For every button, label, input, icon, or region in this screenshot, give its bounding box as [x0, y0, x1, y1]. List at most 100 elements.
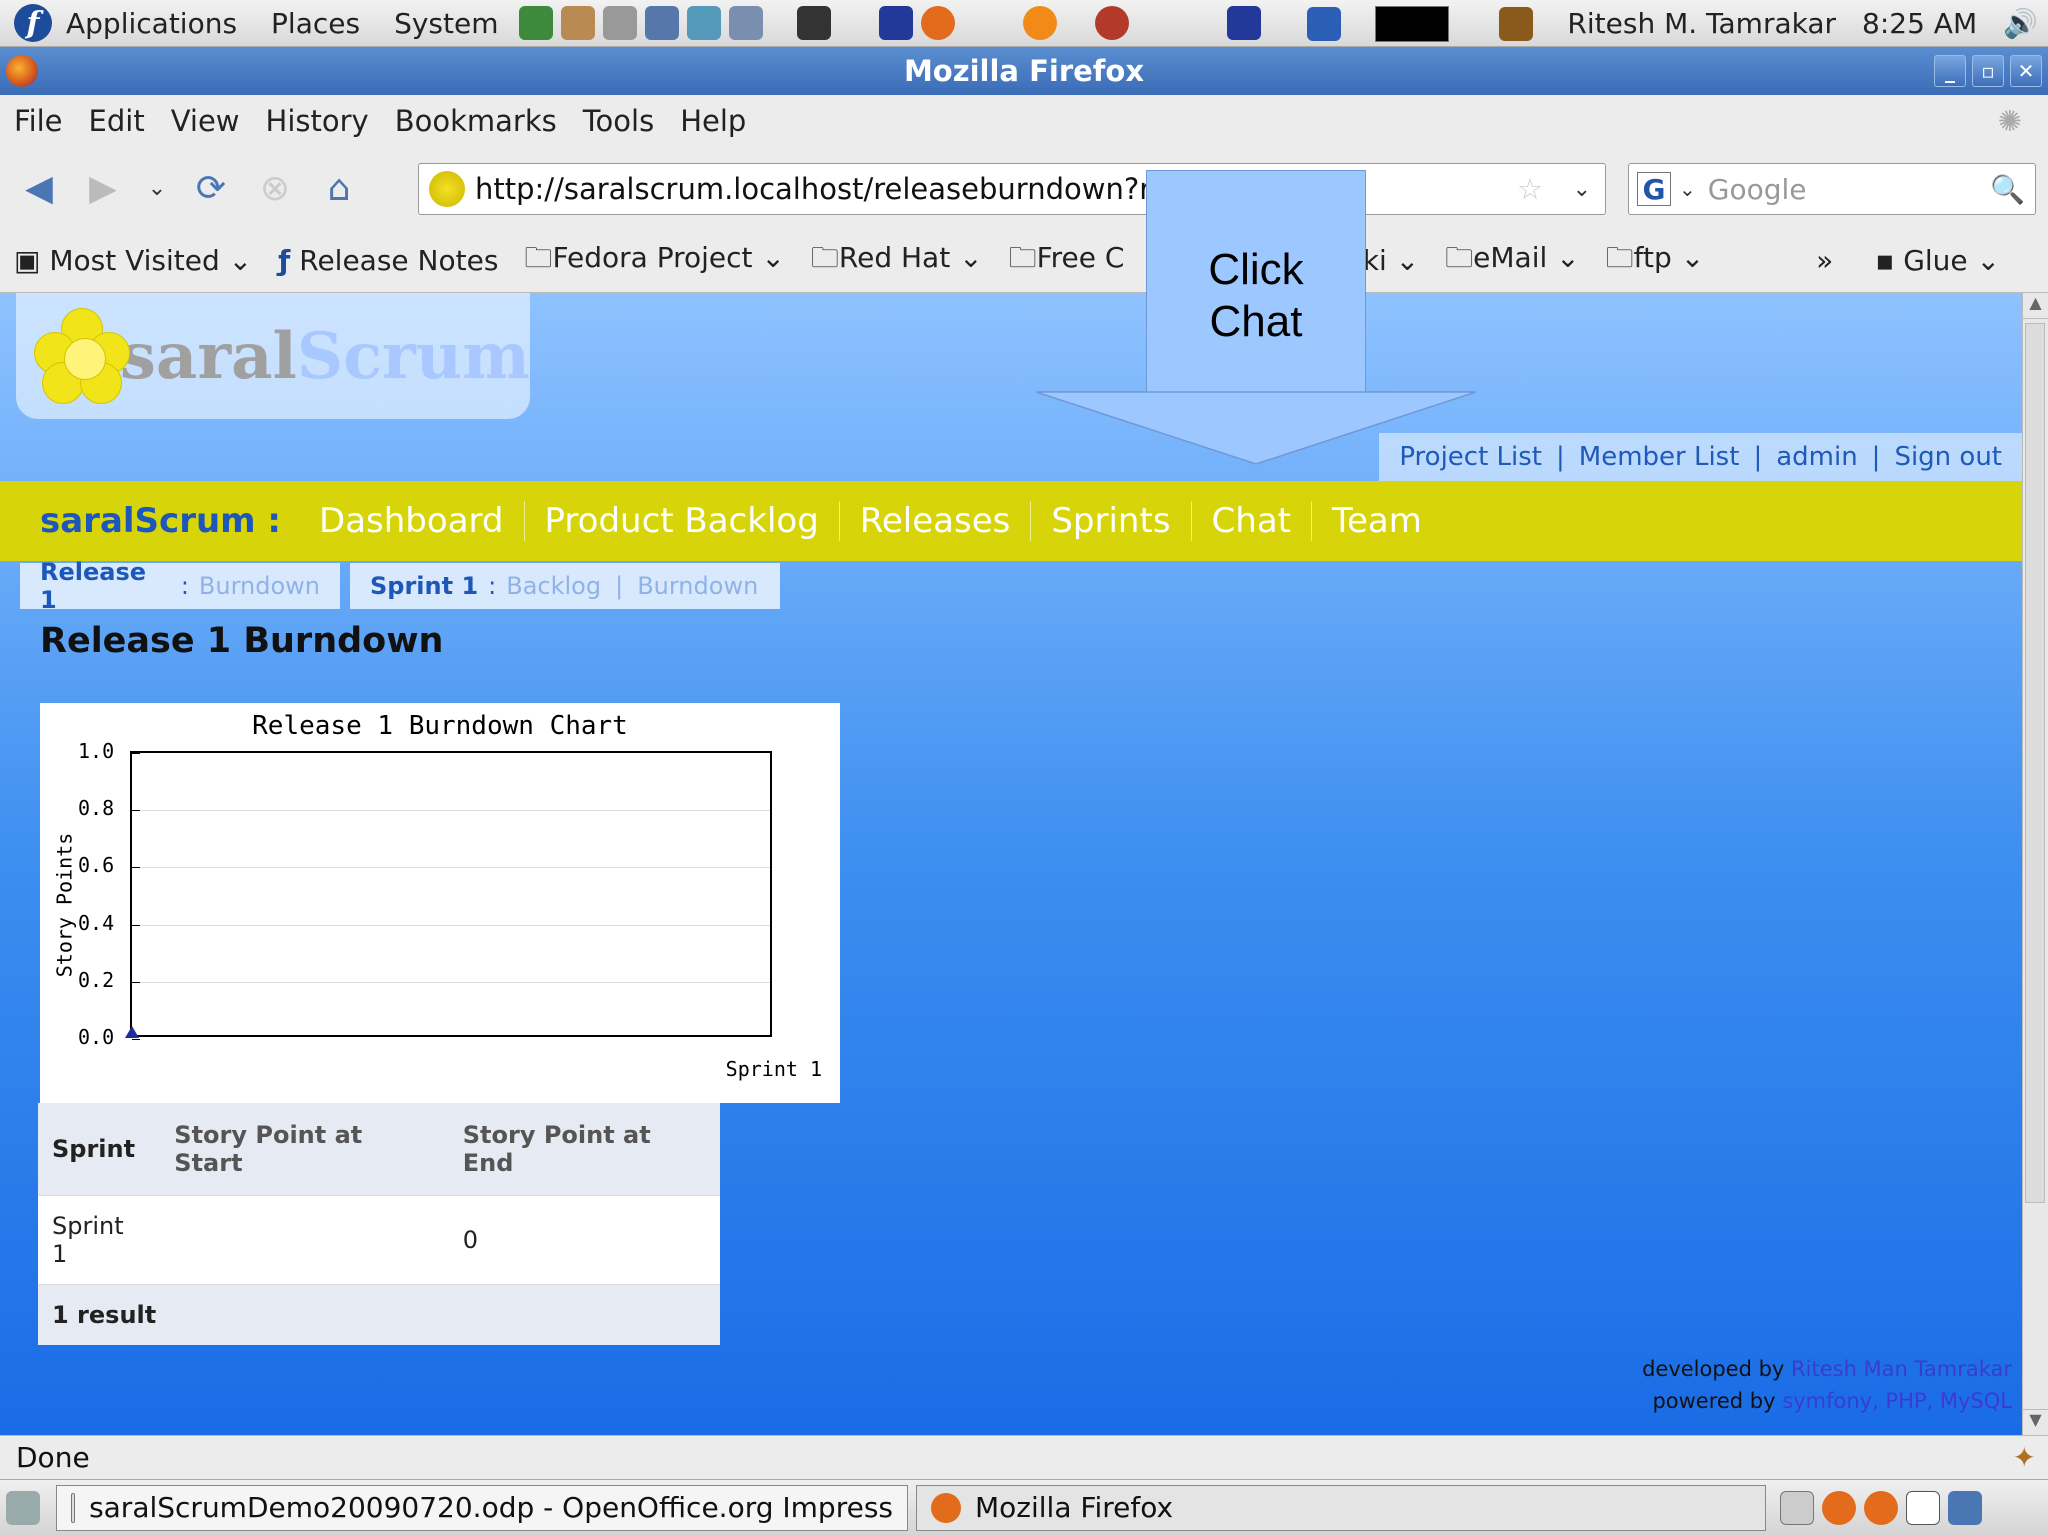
url-dropdown-icon[interactable]: ⌄ — [1573, 177, 1591, 202]
volume-icon[interactable]: 🔊 — [2003, 7, 2038, 40]
bookmark-ftp[interactable]: 🗀ftp ⌄ — [1606, 237, 1705, 285]
menu-edit[interactable]: Edit — [89, 104, 145, 138]
document-launcher-icon[interactable] — [644, 6, 679, 40]
home-icon[interactable]: ⌂ — [314, 163, 364, 213]
table-header[interactable]: Story Point at Start — [160, 1103, 449, 1196]
callout-line1: Click — [1208, 245, 1304, 294]
show-desktop-icon[interactable] — [6, 1490, 40, 1525]
task-impress[interactable]: saralScrumDemo20090720.odp - OpenOffice.… — [56, 1484, 908, 1531]
search-icon[interactable]: 🔍 — [1990, 173, 2025, 206]
site-logo[interactable]: saralScrum — [16, 293, 530, 419]
bookmark-release-notes[interactable]: ƒ Release Notes — [278, 244, 498, 277]
bookmark-red-hat[interactable]: 🗀Red Hat ⌄ — [811, 237, 983, 285]
nav-sprints[interactable]: Sprints — [1031, 501, 1192, 541]
burndown-chart: Release 1 Burndown Chart Story Points 1.… — [40, 703, 840, 1103]
member-list-link[interactable]: Member List — [1579, 442, 1740, 472]
places-menu[interactable]: Places — [271, 7, 360, 40]
nav-releases[interactable]: Releases — [840, 501, 1032, 541]
network-monitor-icon[interactable] — [1307, 6, 1342, 41]
network-launcher-icon[interactable] — [686, 6, 721, 40]
table-header[interactable]: Story Point at End — [448, 1103, 720, 1196]
updates-icon[interactable] — [1499, 6, 1534, 41]
firefox-launcher-icon[interactable] — [920, 6, 955, 40]
task-firefox[interactable]: Mozilla Firefox — [916, 1484, 1766, 1531]
user-name[interactable]: Ritesh M. Tamrakar — [1567, 7, 1836, 40]
flame-launcher-icon[interactable] — [1022, 6, 1057, 40]
chart-y-tick-label: 0.2 — [78, 967, 115, 992]
display-launcher-icon[interactable] — [728, 6, 763, 40]
maximize-button[interactable]: ▫ — [1972, 55, 2004, 87]
chart-gridline — [132, 867, 770, 869]
menu-file[interactable]: File — [14, 104, 63, 138]
forward-icon[interactable]: ▶ — [78, 163, 128, 213]
firefox-task-icon — [931, 1492, 961, 1523]
stop-icon[interactable]: ⊗ — [250, 163, 300, 213]
web-browser-launcher-icon[interactable] — [518, 6, 553, 40]
back-icon[interactable]: ◀ — [14, 163, 64, 213]
sprint-backlog-link[interactable]: Backlog — [506, 572, 601, 600]
mail-launcher-icon[interactable] — [560, 6, 595, 40]
developer-link[interactable]: Ritesh Man Tamrakar — [1791, 1357, 2012, 1381]
release-burndown-link[interactable]: Burndown — [199, 572, 320, 600]
workspace-3-icon[interactable] — [1864, 1490, 1898, 1525]
window-title: Mozilla Firefox — [903, 54, 1145, 88]
system-monitor-applet[interactable] — [1375, 5, 1450, 42]
powered-by-link[interactable]: symfony, PHP, MySQL — [1782, 1389, 2012, 1413]
close-button[interactable]: ✕ — [2010, 55, 2042, 87]
minimize-button[interactable]: _ — [1934, 55, 1966, 87]
scrollbar-thumb[interactable] — [2025, 323, 2045, 1203]
chart-plot-area — [125, 751, 772, 1040]
search-input[interactable]: Google — [1708, 173, 1807, 206]
menu-view[interactable]: View — [171, 104, 240, 138]
vertical-scrollbar[interactable]: ▲ ▼ — [2022, 293, 2048, 1435]
apple-launcher-icon[interactable] — [1094, 6, 1129, 40]
bookmark-star-icon[interactable]: ☆ — [1517, 172, 1543, 206]
table-header[interactable]: Sprint — [38, 1103, 161, 1196]
trash-icon[interactable] — [1948, 1490, 1982, 1525]
nav-product-backlog[interactable]: Product Backlog — [525, 501, 840, 541]
bookmark-most-visited[interactable]: ▣ Most Visited ⌄ — [14, 244, 252, 277]
admin-link[interactable]: admin — [1776, 442, 1857, 472]
menu-bookmarks[interactable]: Bookmarks — [395, 104, 557, 138]
nav-team[interactable]: Team — [1312, 501, 1442, 541]
bookmark-glue[interactable]: ▪ Glue ⌄ — [1875, 244, 2000, 277]
scroll-down-icon[interactable]: ▼ — [2023, 1409, 2048, 1435]
callout-label: Click Chat — [1146, 244, 1366, 348]
sprint-burndown-link[interactable]: Burndown — [637, 572, 758, 600]
fedora-small-icon: ƒ — [278, 244, 291, 277]
fedora-icon[interactable]: f — [14, 4, 52, 42]
scanner-launcher-icon[interactable] — [602, 6, 637, 40]
firefox-icon[interactable] — [6, 55, 38, 87]
history-dropdown-icon[interactable]: ⌄ — [142, 163, 172, 213]
brand-label[interactable]: saralScrum : — [40, 501, 281, 541]
search-bar[interactable]: G ⌄ Google 🔍 — [1628, 163, 2036, 215]
menu-history[interactable]: History — [266, 104, 369, 138]
security-icon[interactable]: ✦ — [2013, 1441, 2036, 1474]
eclipse-launcher-icon[interactable] — [878, 6, 913, 40]
release-subnav-title[interactable]: Release 1 — [40, 558, 171, 614]
eclipse-launcher-2-icon[interactable] — [1226, 6, 1261, 40]
bookmark-label: Release Notes — [299, 244, 499, 277]
sprint-subnav-title[interactable]: Sprint 1 — [370, 572, 478, 600]
search-engine-dropdown-icon[interactable]: ⌄ — [1679, 177, 1696, 201]
bookmarks-overflow-button[interactable]: » — [1816, 244, 1833, 277]
window-titlebar[interactable]: Mozilla Firefox _ ▫ ✕ — [0, 47, 2048, 95]
reload-icon[interactable]: ⟳ — [186, 163, 236, 213]
nav-dashboard[interactable]: Dashboard — [299, 501, 525, 541]
menu-tools[interactable]: Tools — [583, 104, 654, 138]
applications-menu[interactable]: Applications — [66, 7, 237, 40]
sign-out-link[interactable]: Sign out — [1894, 442, 2002, 472]
system-menu[interactable]: System — [394, 7, 498, 40]
workspace-2-icon[interactable] — [1822, 1490, 1856, 1525]
clock[interactable]: 8:25 AM — [1862, 7, 1977, 40]
terminal-launcher-icon[interactable] — [796, 6, 831, 40]
menu-help[interactable]: Help — [680, 104, 746, 138]
bookmark-fedora-project[interactable]: 🗀Fedora Project ⌄ — [524, 237, 784, 285]
search-engine-icon[interactable]: G — [1637, 172, 1671, 206]
workspace-1-icon[interactable] — [1780, 1490, 1814, 1525]
chart-y-axis-label: Story Points — [52, 832, 77, 978]
table-footer-row: 1 result — [38, 1284, 720, 1345]
scroll-up-icon[interactable]: ▲ — [2023, 293, 2048, 319]
nav-chat[interactable]: Chat — [1192, 501, 1312, 541]
workspace-4-icon[interactable] — [1906, 1490, 1940, 1525]
